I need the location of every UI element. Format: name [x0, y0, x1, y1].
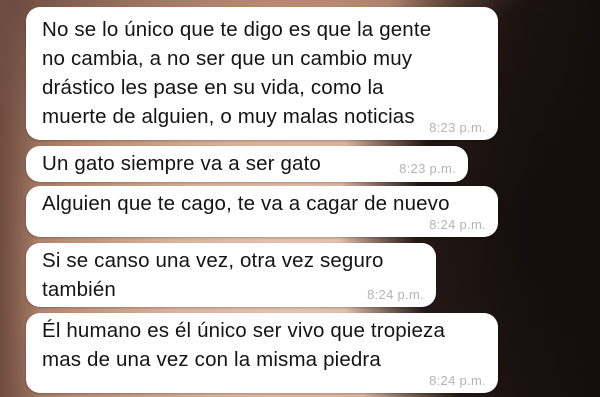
background-shadow-right	[480, 0, 600, 397]
message-bubble[interactable]: Él humano es él único ser vivo que tropi…	[26, 313, 498, 393]
message-timestamp: 8:24 p.m.	[429, 373, 486, 388]
message-timestamp: 8:24 p.m.	[429, 217, 486, 232]
message-timestamp: 8:24 p.m.	[367, 287, 424, 302]
message-text: Un gato siempre va a ser gato	[42, 152, 321, 175]
message-text: Él humano es él único ser vivo que tropi…	[42, 319, 446, 371]
message-timestamp: 8:23 p.m.	[399, 161, 456, 176]
message-text: Alguien que te cago, te va a cagar de nu…	[42, 192, 450, 215]
message-text: No se lo único que te digo es que la gen…	[42, 18, 432, 128]
message-bubble[interactable]: Alguien que te cago, te va a cagar de nu…	[26, 186, 498, 237]
message-bubble[interactable]: No se lo único que te digo es que la gen…	[26, 7, 498, 140]
message-bubble[interactable]: Un gato siempre va a ser gato 8:23 p.m.	[26, 146, 468, 182]
message-timestamp: 8:23 p.m.	[429, 120, 486, 135]
message-text: Si se canso una vez, otra vez seguro tam…	[42, 249, 384, 301]
message-bubble[interactable]: Si se canso una vez, otra vez seguro tam…	[26, 243, 436, 307]
